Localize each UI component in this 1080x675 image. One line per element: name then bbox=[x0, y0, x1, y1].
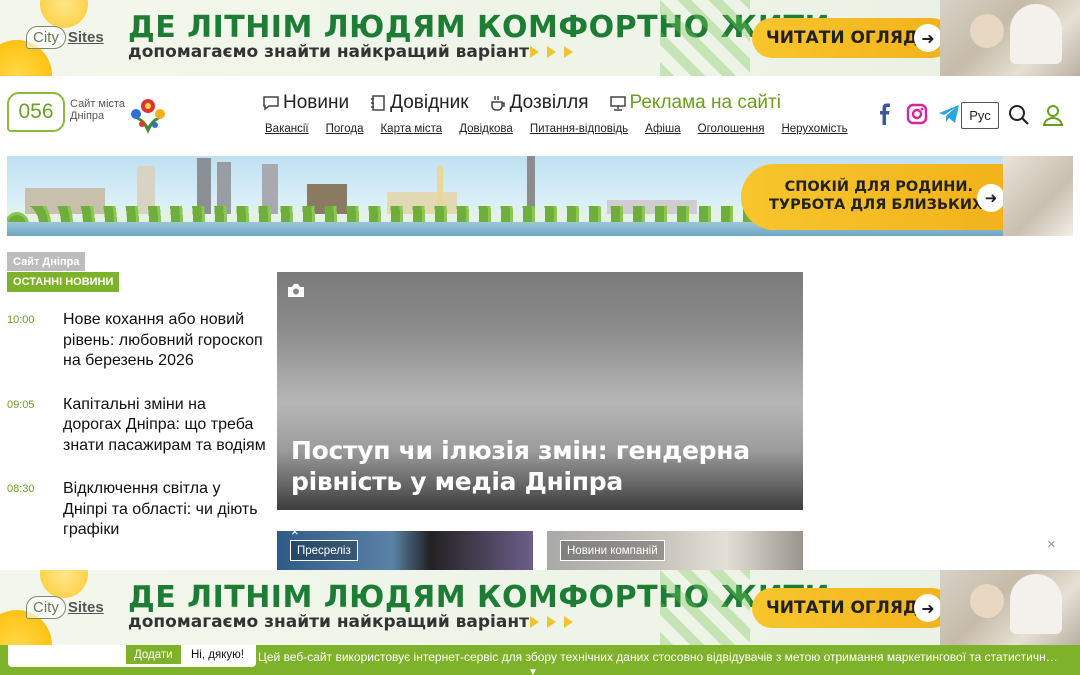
ad-line-2: ТУРБОТА ДЛЯ БЛИЗЬКИХ. bbox=[769, 197, 989, 213]
nav-city-map[interactable]: Карта міста bbox=[380, 123, 442, 135]
site-tag[interactable]: Сайт Дніпра bbox=[7, 252, 86, 271]
pattern-decoration bbox=[660, 570, 750, 645]
nav-reference[interactable]: Довідкова bbox=[459, 123, 513, 135]
logo-sites-text: Sites bbox=[67, 598, 104, 616]
coffee-icon bbox=[490, 96, 505, 111]
language-switch-button[interactable]: Рус bbox=[961, 102, 999, 129]
cta-label: ЧИТАТИ ОГЛЯД bbox=[766, 598, 919, 618]
close-icon[interactable]: × bbox=[291, 524, 299, 539]
category-badge[interactable]: Пресреліз bbox=[290, 540, 358, 561]
arrows-decoration bbox=[530, 616, 573, 628]
ad-photo bbox=[940, 0, 1080, 76]
logo-caption: Сайт міста Дніпра bbox=[70, 98, 125, 122]
news-time: 08:30 bbox=[7, 483, 35, 495]
news-title[interactable]: Відключення світла у Дніпрі та області: … bbox=[63, 479, 267, 541]
arrow-right-icon: ➜ bbox=[977, 184, 1005, 212]
bottom-sticky-ad[interactable]: City Sites ДЕ ЛІТНІМ ЛЮДЯМ КОМФОРТНО ЖИТ… bbox=[0, 570, 1080, 645]
cookie-decline-button[interactable]: Ні, дякую! bbox=[186, 645, 249, 664]
featured-story[interactable]: Поступ чи ілюзія змін: гендерна рівність… bbox=[277, 272, 803, 510]
cta-label: ЧИТАТИ ОГЛЯД bbox=[766, 28, 919, 48]
nav-weather[interactable]: Погода bbox=[326, 123, 364, 135]
top-ad-banner[interactable]: City Sites ДЕ ЛІТНІМ ЛЮДЯМ КОМФОРТНО ЖИТ… bbox=[0, 0, 1080, 76]
arrows-decoration bbox=[530, 46, 573, 58]
pattern-decoration bbox=[660, 0, 750, 76]
secondary-navigation: Вакансії Погода Карта міста Довідкова Пи… bbox=[265, 123, 848, 135]
user-icon[interactable] bbox=[1042, 104, 1064, 126]
ad-line-1: СПОКІЙ ДЛЯ РОДИНИ. bbox=[784, 179, 974, 195]
news-time: 09:05 bbox=[7, 398, 35, 411]
site-logo[interactable]: 056 bbox=[7, 92, 65, 132]
logo-city-text: City bbox=[26, 25, 66, 49]
monitor-icon bbox=[609, 96, 626, 111]
citysites-logo: City Sites bbox=[26, 592, 112, 622]
cookie-message: Цей веб-сайт використовує інтернет-серві… bbox=[258, 650, 1058, 664]
news-title[interactable]: Капітальні зміни на дорогах Дніпра: що т… bbox=[63, 395, 267, 457]
family-care-button[interactable]: СПОКІЙ ДЛЯ РОДИНИ. ТУРБОТА ДЛЯ БЛИЗЬКИХ.… bbox=[741, 164, 1011, 230]
telegram-icon[interactable] bbox=[938, 103, 960, 125]
latest-news-list: 10:00 Нове кохання або новий рівень: люб… bbox=[7, 310, 267, 564]
ad-subline: допомагаємо знайти найкращий варіант bbox=[128, 42, 529, 62]
read-review-button[interactable]: ЧИТАТИ ОГЛЯД ➜ bbox=[752, 588, 952, 628]
news-item[interactable]: 09:05 Капітальні зміни на дорогах Дніпра… bbox=[7, 395, 267, 457]
logo-city-text: City bbox=[26, 595, 66, 619]
nav-vacancies[interactable]: Вакансії bbox=[265, 123, 309, 135]
nav-leisure-label: Дозвілля bbox=[509, 92, 589, 113]
nav-news-label: Новини bbox=[283, 92, 350, 113]
search-icon[interactable] bbox=[1008, 104, 1030, 126]
family-care-text: СПОКІЙ ДЛЯ РОДИНИ. ТУРБОТА ДЛЯ БЛИЗЬКИХ. bbox=[769, 178, 989, 214]
instagram-icon[interactable] bbox=[906, 103, 928, 125]
nav-advertising-label: Реклама на сайті bbox=[629, 92, 781, 113]
notebook-icon bbox=[371, 95, 385, 111]
social-links bbox=[874, 103, 960, 125]
logo-sites-text: Sites bbox=[67, 28, 104, 46]
city-panorama-ad[interactable]: СПОКІЙ ДЛЯ РОДИНИ. ТУРБОТА ДЛЯ БЛИЗЬКИХ.… bbox=[7, 156, 1073, 236]
site-header: 056 Сайт міста Дніпра Новини Довідник До… bbox=[0, 76, 1080, 156]
ad-photo bbox=[1003, 156, 1073, 236]
main-navigation: Новини Довідник Дозвілля Реклама на сайт… bbox=[262, 92, 781, 114]
category-badge[interactable]: Новини компаній bbox=[560, 540, 665, 561]
nav-directory[interactable]: Довідник bbox=[369, 92, 469, 114]
citysites-logo: City Sites bbox=[26, 22, 112, 52]
nav-afisha[interactable]: Афіша bbox=[645, 123, 680, 135]
ad-subline: допомагаємо знайти найкращий варіант bbox=[128, 612, 529, 632]
nav-directory-label: Довідник bbox=[390, 92, 469, 113]
chevron-down-icon[interactable]: ▼ bbox=[528, 667, 538, 675]
read-review-button[interactable]: ЧИТАТИ ОГЛЯД ➜ bbox=[752, 18, 952, 58]
nav-qa[interactable]: Питання-відповідь bbox=[530, 123, 628, 135]
cookie-consent-bar: Додати Ні, дякую! Цей веб-сайт використо… bbox=[0, 645, 1080, 675]
nav-leisure[interactable]: Дозвілля bbox=[489, 92, 589, 114]
arrow-right-icon: ➜ bbox=[914, 24, 942, 52]
nav-advertising[interactable]: Реклама на сайті bbox=[609, 92, 781, 114]
company-news-card[interactable]: Новини компаній bbox=[547, 531, 803, 571]
press-release-card[interactable]: Пресреліз bbox=[277, 531, 533, 571]
facebook-icon[interactable] bbox=[874, 103, 896, 125]
flower-emblem-icon bbox=[131, 99, 165, 134]
nav-classifieds[interactable]: Оголошення bbox=[698, 123, 765, 135]
chat-icon bbox=[263, 96, 279, 111]
news-title[interactable]: Нове кохання або новий рівень: любовний … bbox=[63, 310, 267, 372]
news-item[interactable]: 10:00 Нове кохання або новий рівень: люб… bbox=[7, 310, 267, 372]
latest-news-heading[interactable]: ОСТАННІ НОВИНИ bbox=[7, 272, 120, 292]
featured-story-title[interactable]: Поступ чи ілюзія змін: гендерна рівність… bbox=[291, 435, 791, 497]
ad-photo bbox=[940, 570, 1080, 645]
nav-real-estate[interactable]: Нерухомість bbox=[781, 123, 847, 135]
nav-news[interactable]: Новини bbox=[262, 92, 349, 114]
arrow-right-icon: ➜ bbox=[914, 594, 942, 622]
close-icon[interactable]: × bbox=[1047, 536, 1056, 553]
camera-icon bbox=[288, 284, 304, 297]
cookie-accept-button[interactable]: Додати bbox=[126, 645, 181, 664]
news-item[interactable]: 08:30 Відключення світла у Дніпрі та обл… bbox=[7, 479, 267, 541]
news-time: 10:00 bbox=[7, 314, 35, 326]
